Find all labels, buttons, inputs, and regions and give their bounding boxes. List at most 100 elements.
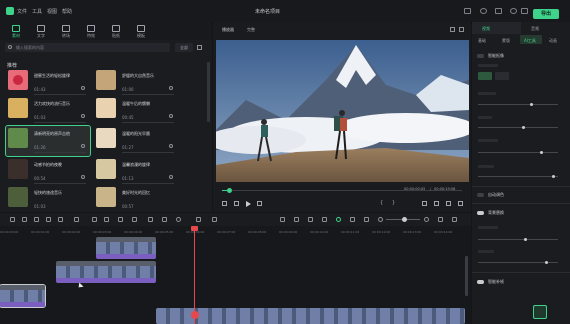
- filter-dropdown[interactable]: 全部: [175, 43, 193, 52]
- tool-sticker[interactable]: 贴纸: [108, 24, 124, 40]
- toggle-auto-color[interactable]: [477, 193, 484, 197]
- volume-icon[interactable]: [446, 201, 451, 206]
- progress-handle[interactable]: [227, 188, 232, 193]
- slider-handle[interactable]: [524, 238, 527, 241]
- layout-icon[interactable]: [495, 8, 502, 14]
- link-icon[interactable]: [308, 217, 313, 222]
- keyframe-icon[interactable]: [162, 217, 167, 222]
- display-icon[interactable]: [422, 201, 427, 206]
- record-icon[interactable]: [336, 217, 341, 222]
- ai-icon[interactable]: [212, 217, 217, 222]
- slider-handle[interactable]: [540, 151, 543, 154]
- snapshot-icon[interactable]: [450, 27, 455, 32]
- slider-handle[interactable]: [545, 261, 548, 264]
- color-icon[interactable]: [118, 217, 123, 222]
- fit-icon[interactable]: [438, 217, 443, 222]
- playhead-handle[interactable]: [191, 226, 198, 231]
- video-preview[interactable]: [216, 40, 469, 182]
- slider-track[interactable]: [478, 104, 558, 105]
- menu-help[interactable]: 帮助: [62, 8, 72, 15]
- subtab-ai-tools[interactable]: AI工具: [520, 35, 542, 44]
- download-icon[interactable]: [81, 114, 85, 118]
- download-icon[interactable]: [81, 144, 85, 148]
- slider-track[interactable]: [478, 176, 558, 177]
- more-icon[interactable]: [459, 27, 464, 32]
- play-icon[interactable]: [246, 201, 251, 207]
- timeline-settings-icon[interactable]: [452, 217, 457, 222]
- main-track-clip[interactable]: [156, 308, 465, 324]
- mark-in-icon[interactable]: {: [380, 200, 383, 206]
- menu-tools[interactable]: 工具: [32, 8, 42, 15]
- subtab-mask[interactable]: 蒙版: [502, 38, 510, 44]
- redo-icon[interactable]: [34, 217, 39, 222]
- mask-icon[interactable]: [196, 217, 201, 222]
- media-item[interactable]: 甜蜜生活的轻松旋律 01:43: [6, 68, 90, 98]
- account-icon[interactable]: [480, 8, 487, 14]
- mode-select[interactable]: [495, 72, 509, 80]
- audio-icon[interactable]: [132, 217, 137, 222]
- quality-dropdown[interactable]: 完整: [247, 27, 255, 33]
- search-input[interactable]: 输入搜索的内容: [5, 43, 170, 52]
- mark-out-icon[interactable]: }: [392, 200, 395, 206]
- window-icon[interactable]: [521, 8, 528, 14]
- speed-icon[interactable]: [104, 217, 109, 222]
- subtab-basic[interactable]: 基础: [478, 38, 486, 44]
- download-icon[interactable]: [81, 175, 85, 179]
- zoom-slider-handle[interactable]: [402, 217, 407, 222]
- layout-grid-icon[interactable]: [10, 217, 15, 222]
- slider-handle[interactable]: [522, 126, 525, 129]
- tab-video[interactable]: 视频: [472, 22, 521, 34]
- snap-icon[interactable]: [280, 217, 285, 222]
- playback-progress-track[interactable]: [222, 190, 462, 191]
- media-item[interactable]: 温暖午后的慵懒 00:45: [94, 96, 178, 126]
- media-scrollbar[interactable]: [207, 62, 210, 122]
- tool-effects[interactable]: 特效: [83, 24, 99, 40]
- media-item[interactable]: 温暖的阳光早晨 01:27: [94, 126, 178, 156]
- media-item[interactable]: 动感节拍的夜晚 00:54: [6, 157, 90, 187]
- slider-track[interactable]: [478, 127, 558, 128]
- media-item[interactable]: 活力欢快的流行音乐 01:03: [6, 96, 90, 126]
- download-icon[interactable]: [169, 86, 173, 90]
- download-icon[interactable]: [169, 144, 173, 148]
- stop-icon[interactable]: [257, 201, 262, 206]
- playhead-marker[interactable]: [191, 311, 199, 319]
- media-item[interactable]: 温馨浪漫的旋律 01:13: [94, 157, 178, 187]
- step-back-icon[interactable]: [234, 201, 239, 206]
- voiceover-icon[interactable]: [364, 217, 369, 222]
- filter-icon[interactable]: [197, 45, 202, 50]
- assistant-avatar-icon[interactable]: [533, 305, 547, 319]
- fullscreen-icon[interactable]: [458, 201, 463, 206]
- slider-track[interactable]: [478, 152, 558, 153]
- download-icon[interactable]: [81, 86, 85, 90]
- marker-icon[interactable]: [322, 217, 327, 222]
- timeline-clip[interactable]: [96, 237, 156, 259]
- tool-transition[interactable]: 转场: [58, 24, 74, 40]
- mic-icon[interactable]: [350, 217, 355, 222]
- zoom-out-icon[interactable]: [378, 217, 383, 222]
- playhead[interactable]: [194, 228, 195, 324]
- timeline-clip-selected[interactable]: [0, 284, 46, 308]
- delete-icon[interactable]: [46, 217, 51, 222]
- zoom-in-icon[interactable]: [424, 217, 429, 222]
- player-mode-label[interactable]: 播放器: [222, 27, 234, 33]
- media-item[interactable]: 轻快的旅途音乐 01:03: [6, 185, 90, 215]
- timeline-scrollbar[interactable]: [465, 256, 468, 296]
- download-icon[interactable]: [169, 175, 173, 179]
- undo-icon[interactable]: [22, 217, 27, 222]
- menu-view[interactable]: 视图: [47, 8, 57, 15]
- timer-icon[interactable]: [176, 217, 181, 222]
- toggle-background-replace[interactable]: [477, 211, 484, 215]
- tool-media[interactable]: 素材: [8, 24, 24, 40]
- slider-handle[interactable]: [530, 103, 533, 106]
- split-icon[interactable]: [58, 217, 63, 222]
- export-button[interactable]: 导出: [533, 9, 559, 19]
- menu-file[interactable]: 文件: [17, 8, 27, 15]
- toggle-smart-cutout[interactable]: [477, 54, 484, 58]
- settings-icon[interactable]: [510, 8, 517, 14]
- save-icon[interactable]: [464, 8, 471, 14]
- download-icon[interactable]: [169, 114, 173, 118]
- prev-frame-icon[interactable]: [222, 201, 227, 206]
- slider-handle[interactable]: [552, 175, 555, 178]
- media-item-selected[interactable]: 清新明亮的原声吉他 01:26: [5, 125, 91, 157]
- tool-text[interactable]: 文字: [33, 24, 49, 40]
